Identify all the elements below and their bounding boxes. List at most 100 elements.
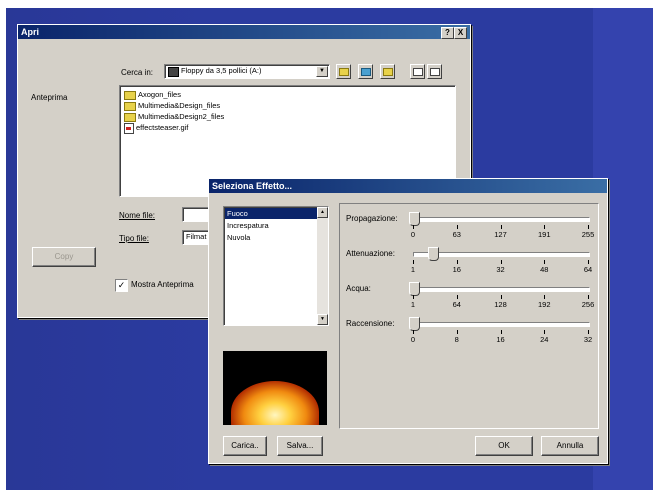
effect-preview — [223, 351, 327, 425]
slider-track[interactable] — [413, 322, 590, 327]
slider-tick-label: 256 — [581, 300, 595, 309]
slider-tick — [544, 330, 546, 334]
slider-tick — [413, 330, 414, 334]
slider-tick-label: 192 — [537, 300, 551, 309]
close-button[interactable]: X — [454, 27, 467, 39]
slider-tick — [544, 225, 546, 229]
slider-tick-label: 32 — [496, 265, 505, 274]
slider-panel: Propagazione: 0 63 127 191 255 Attenuazione: 1 1… — [339, 203, 599, 429]
save-button[interactable]: Salva... — [277, 436, 323, 456]
list-view-icon[interactable] — [410, 64, 425, 79]
slider-tick — [456, 225, 458, 229]
folder-icon — [124, 101, 136, 111]
look-in-select[interactable]: Floppy da 3,5 pollici (A:) ▼ — [164, 64, 330, 79]
slider-tick-label: 1 — [410, 300, 416, 309]
dialog-toolbar — [336, 64, 456, 79]
slider-tick-label: 128 — [494, 300, 507, 309]
slider-tick — [500, 330, 502, 334]
open-dialog-titlebar: Apri ? X — [18, 25, 470, 39]
help-button[interactable]: ? — [441, 27, 454, 39]
slider-tick-label: 1 — [410, 265, 416, 274]
scroll-up-icon[interactable]: ▲ — [317, 207, 328, 218]
slider-tick — [500, 260, 502, 264]
slider-tick-label: 32 — [583, 335, 593, 344]
slider-track[interactable] — [413, 217, 590, 222]
scroll-down-icon[interactable]: ▼ — [317, 314, 328, 325]
slider-tick-label: 191 — [537, 230, 551, 239]
list-item[interactable]: effectsteaser.gif — [124, 122, 188, 134]
slider-tick — [456, 295, 458, 299]
slider-tick-label: 0 — [410, 335, 416, 344]
slider-tick-label: 64 — [583, 265, 593, 274]
list-scrollbar[interactable]: ▲ ▼ — [317, 207, 328, 325]
copy-button[interactable]: Copy — [32, 247, 96, 267]
ok-button[interactable]: OK — [475, 436, 533, 456]
slider-tick — [413, 225, 414, 229]
filename-label: Nome file: — [119, 211, 156, 220]
slider-label: Attenuazione: — [346, 249, 395, 258]
show-preview-label: Mostra Anteprima — [131, 280, 194, 289]
slider-tick-label: 16 — [452, 265, 461, 274]
look-in-label: Cerca in: — [121, 68, 154, 77]
slider-thumb[interactable] — [409, 212, 420, 226]
fire-preview-image — [231, 381, 319, 425]
preview-label: Anteprima — [31, 93, 68, 102]
select-effect-dialog: Seleziona Effetto... Fuoco Increspatura … — [208, 178, 608, 464]
slider-row: Raccensione: 0 8 16 24 32 — [340, 317, 598, 352]
list-item[interactable]: Fuoco — [225, 208, 327, 219]
details-view-icon[interactable] — [427, 64, 442, 79]
new-folder-icon[interactable] — [380, 64, 395, 79]
slider-tick-label: 255 — [581, 230, 595, 239]
slider-tick-label: 24 — [540, 335, 549, 344]
show-preview-checkbox[interactable]: ✓ — [115, 279, 128, 292]
slider-tick — [588, 260, 589, 264]
slider-row: Propagazione: 0 63 127 191 255 — [340, 212, 598, 247]
slider-label: Raccensione: — [346, 319, 395, 328]
list-item[interactable]: Multimedia&Design_files — [124, 100, 220, 111]
open-dialog-title: Apri — [21, 27, 39, 37]
slider-tick — [588, 225, 589, 229]
slider-tick-label: 64 — [452, 300, 461, 309]
slider-tick — [544, 295, 546, 299]
list-item[interactable]: Multimedia&Design2_files — [124, 111, 224, 122]
list-item[interactable]: Increspatura — [225, 220, 327, 231]
slider-tick — [413, 295, 414, 299]
slider-tick-label: 0 — [410, 230, 416, 239]
slider-label: Propagazione: — [346, 214, 398, 223]
look-in-value: Floppy da 3,5 pollici (A:) — [181, 66, 262, 75]
slider-tick — [588, 295, 589, 299]
floppy-drive-icon — [168, 67, 179, 77]
filetype-label: Tipo file: — [119, 234, 149, 243]
effects-list[interactable]: Fuoco Increspatura Nuvola ▲ ▼ — [223, 206, 329, 326]
slider-thumb[interactable] — [409, 317, 420, 331]
slider-track[interactable] — [413, 287, 590, 292]
slider-tick — [456, 330, 458, 334]
effect-dialog-title: Seleziona Effetto... — [212, 181, 293, 191]
desktop-icon[interactable] — [358, 64, 373, 79]
slider-track[interactable] — [413, 252, 590, 257]
slider-tick-label: 127 — [494, 230, 507, 239]
folder-icon — [124, 112, 136, 122]
cancel-button[interactable]: Annulla — [541, 436, 599, 456]
load-button[interactable]: Carica.. — [223, 436, 267, 456]
chevron-down-icon[interactable]: ▼ — [316, 66, 328, 77]
slider-tick-label: 63 — [452, 230, 461, 239]
slider-row: Acqua: 1 64 128 192 256 — [340, 282, 598, 317]
slider-tick-label: 8 — [454, 335, 459, 344]
slider-label: Acqua: — [346, 284, 371, 293]
slider-row: Attenuazione: 1 16 32 48 64 — [340, 247, 598, 282]
slider-tick — [500, 295, 502, 299]
effect-dialog-titlebar: Seleziona Effetto... — [209, 179, 607, 193]
slider-tick — [544, 260, 546, 264]
slider-tick — [413, 260, 414, 264]
slider-thumb[interactable] — [409, 282, 420, 296]
list-item[interactable]: Nuvola — [225, 232, 327, 243]
slider-thumb[interactable] — [428, 247, 440, 261]
slider-tick — [456, 260, 458, 264]
folder-icon — [124, 90, 136, 100]
slider-tick — [500, 225, 502, 229]
slider-tick-label: 48 — [540, 265, 549, 274]
list-item[interactable]: Axogon_files — [124, 89, 181, 100]
slider-tick — [588, 330, 589, 334]
up-folder-icon[interactable] — [336, 64, 351, 79]
